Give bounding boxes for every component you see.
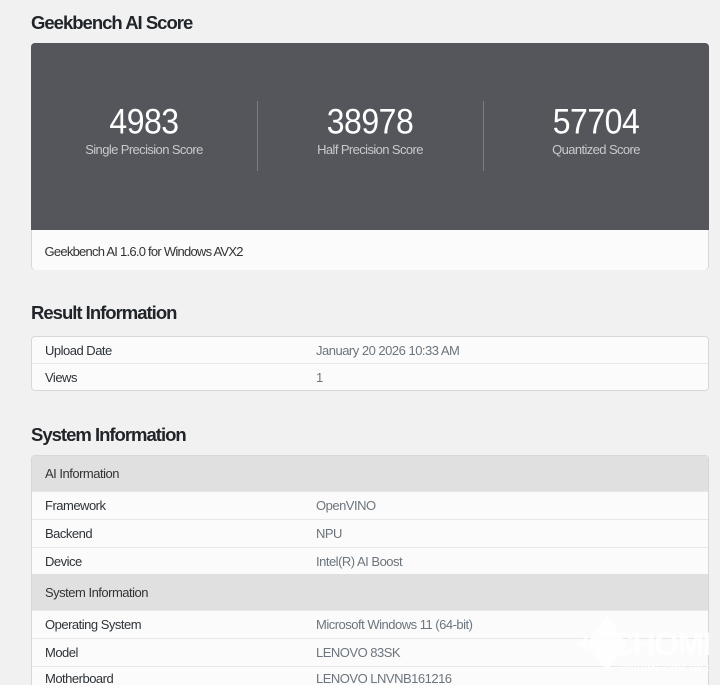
svg-text:PCHOME.COM.TW ONLINE: PCHOME.COM.TW ONLINE [621,663,709,673]
svg-text:PCHOME: PCHOME [591,626,709,662]
